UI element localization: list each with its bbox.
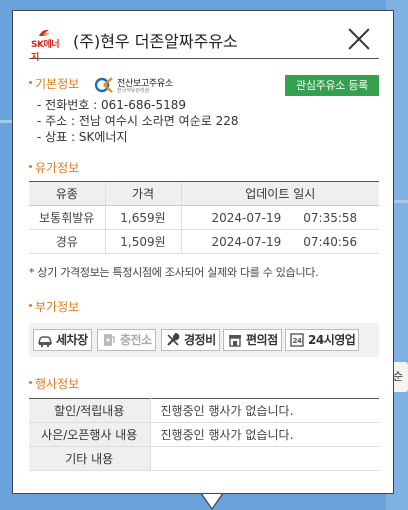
event-label: 사은/오픈행사 내용 xyxy=(29,422,151,447)
24h-icon: 24 xyxy=(290,333,304,347)
price-disclaimer: * 상기 가격정보는 특정시점에 조사되어 실제와 다를 수 있습니다. xyxy=(29,266,319,279)
car-wash-label: 세차장 xyxy=(56,333,88,347)
wrench-icon xyxy=(167,332,180,346)
event-value xyxy=(150,446,379,471)
bullet-icon xyxy=(29,165,32,168)
bullet-icon xyxy=(29,381,32,384)
price-info-title-text: 유가정보 xyxy=(35,161,80,175)
update-date: 2024-07-19 xyxy=(211,234,282,249)
phone-number: - 전화번호 : 061-686-5189 xyxy=(37,98,186,112)
popup-header: SK에너지 (주)현우 더존알짜주유소 xyxy=(29,23,379,63)
event-info-title-text: 행사정보 xyxy=(35,377,80,391)
header-fuel: 유종 xyxy=(29,181,105,206)
event-table: 할인/적립내용 진행중인 행사가 없습니다. 사은/오픈행사 내용 진행중인 행… xyxy=(29,398,379,471)
map-road xyxy=(0,120,12,123)
extra-info-title-text: 부가정보 xyxy=(35,300,80,314)
update-time: 07:35:58 xyxy=(303,210,358,225)
station-brand: - 상표 : SK에너지 xyxy=(37,130,128,144)
map-road xyxy=(394,200,408,203)
update-date: 2024-07-19 xyxy=(211,210,282,225)
convenience-store-badge: 편의점 xyxy=(223,329,282,351)
sk-energy-logo: SK에너지 xyxy=(29,29,65,63)
kpetro-logo-icon xyxy=(95,77,113,93)
car-wash-badge: 세차장 xyxy=(33,329,92,351)
price-table-header: 유종 가격 업데이트 일시 xyxy=(29,181,379,206)
sk-wing-icon xyxy=(39,29,50,36)
close-button[interactable] xyxy=(347,27,371,51)
table-row: 사은/오픈행사 내용 진행중인 행사가 없습니다. xyxy=(29,422,379,447)
header-price: 가격 xyxy=(104,181,181,206)
car-wash-icon xyxy=(38,336,52,348)
basic-info-list: - 전화번호 : 061-686-5189 - 주소 : 전남 여수시 소라면 … xyxy=(37,97,239,145)
extra-info-title: 부가정보 xyxy=(29,298,79,315)
favorite-station-button[interactable]: 관심주유소 등록 xyxy=(285,75,379,96)
table-row: 경유 1,509원 2024-07-19 07:40:56 xyxy=(29,229,379,254)
open-24h-badge: 24 24시영업 xyxy=(285,329,360,351)
popup-tail xyxy=(200,492,224,510)
bullet-icon xyxy=(29,81,32,84)
update-datetime: 2024-07-19 07:35:58 xyxy=(180,205,379,230)
price-table: 유종 가격 업데이트 일시 보통휘발유 1,659원 2024-07-19 07:… xyxy=(29,181,379,254)
open-24h-label: 24시영업 xyxy=(308,333,356,347)
price-info-title: 유가정보 xyxy=(29,159,79,176)
station-info-popup: SK에너지 (주)현우 더존알짜주유소 기본정보 전산보고주유소 한국석유관리원… xyxy=(12,10,394,494)
charging-label: 충전소 xyxy=(120,333,152,347)
charging-icon xyxy=(104,334,115,346)
update-time: 07:40:56 xyxy=(303,234,358,249)
maintenance-label: 경정비 xyxy=(184,333,216,347)
svg-text:24: 24 xyxy=(293,337,302,345)
update-datetime: 2024-07-19 07:40:56 xyxy=(180,229,379,254)
header-updated: 업데이트 일시 xyxy=(180,181,379,206)
station-address: - 주소 : 전남 여수시 소라면 여순로 228 xyxy=(37,114,239,128)
maintenance-badge: 경정비 xyxy=(161,329,220,351)
sk-logo-text: SK에너지 xyxy=(31,40,60,63)
bullet-icon xyxy=(29,304,32,307)
table-row: 할인/적립내용 진행중인 행사가 없습니다. xyxy=(29,398,379,423)
extra-services-bar: 세차장 충전소 경정비 편의점 24 24시영업 xyxy=(29,323,379,357)
table-row: 기타 내용 xyxy=(29,446,379,471)
kpetro-sub: 한국석유관리원 xyxy=(117,88,150,94)
fuel-type: 경유 xyxy=(29,229,105,254)
store-icon xyxy=(229,335,241,347)
event-info-title: 행사정보 xyxy=(29,375,79,392)
basic-info-title: 기본정보 xyxy=(29,75,79,92)
fuel-type: 보통휘발유 xyxy=(29,205,105,230)
event-label: 할인/적립내용 xyxy=(29,398,151,423)
event-value: 진행중인 행사가 없습니다. xyxy=(150,422,379,447)
basic-info-title-text: 기본정보 xyxy=(35,77,80,91)
fuel-price: 1,509원 xyxy=(104,229,181,254)
convenience-store-label: 편의점 xyxy=(246,333,278,347)
fuel-price: 1,659원 xyxy=(104,205,181,230)
charging-station-badge: 충전소 xyxy=(97,329,156,351)
station-name: (주)현우 더존알짜주유소 xyxy=(73,32,238,51)
event-value: 진행중인 행사가 없습니다. xyxy=(150,398,379,423)
table-row: 보통휘발유 1,659원 2024-07-19 07:35:58 xyxy=(29,205,379,230)
event-label: 기타 내용 xyxy=(29,446,151,471)
